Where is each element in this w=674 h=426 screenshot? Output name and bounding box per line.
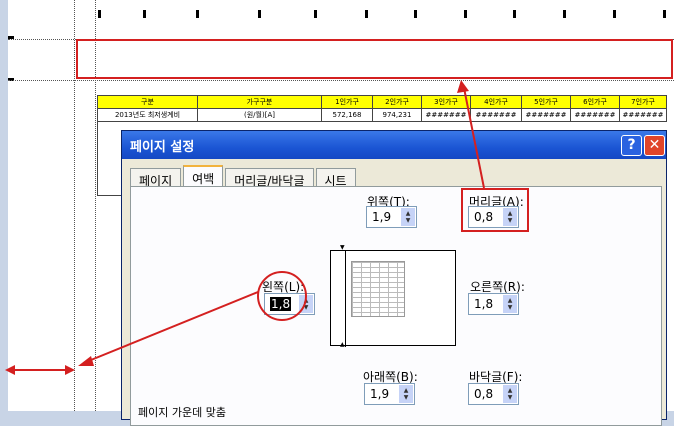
header-arrow-head [457,80,469,93]
left-arrow-line [85,291,259,363]
margin-width-arrow-right [65,365,75,375]
left-arrow-head [78,356,94,366]
callout-arrows [5,80,485,375]
header-arrow-line [463,87,485,189]
margin-width-arrow-left [5,365,15,375]
